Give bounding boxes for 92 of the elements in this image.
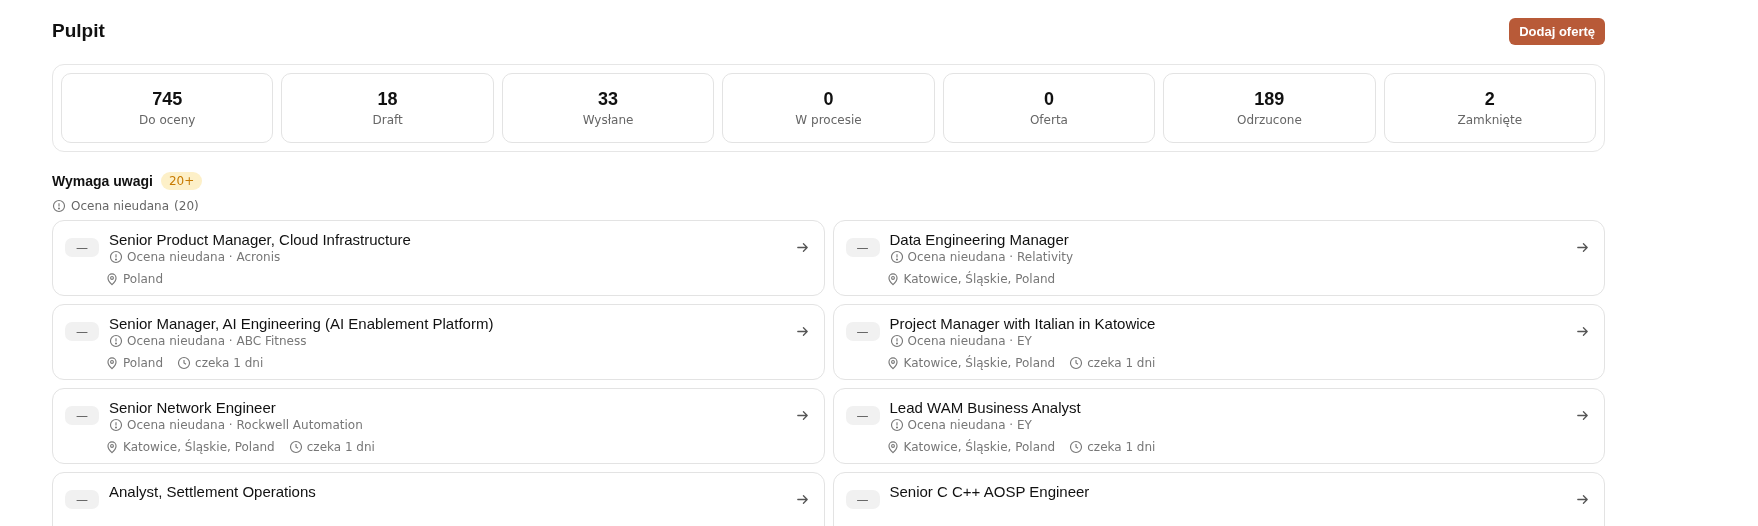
score-pill: — [845, 238, 880, 257]
clock-icon [1069, 440, 1084, 454]
job-status: Ocena nieudana · Rockwell Automation [127, 418, 363, 432]
arrow-right-icon[interactable] [1575, 408, 1590, 423]
waiting-time: czeka 1 dni [1087, 356, 1156, 370]
score-pill: — [65, 490, 99, 509]
stat-label: Oferta [1029, 113, 1068, 127]
job-status: Ocena nieudana · EY [907, 418, 1032, 432]
location-pin-icon [885, 272, 900, 286]
stat-value: 33 [598, 89, 619, 110]
stat-card[interactable]: 33 Wysłane [501, 73, 715, 143]
page-title: Pulpit [52, 20, 105, 42]
job-location: Katowice, Śląskie, Poland [123, 440, 275, 454]
arrow-right-icon[interactable] [1575, 240, 1590, 255]
job-title: Project Manager with Italian in Katowice [889, 315, 1157, 332]
arrow-right-icon[interactable] [794, 240, 810, 255]
alert-icon [109, 418, 123, 432]
score-pill: — [65, 238, 99, 257]
job-status: Ocena nieudana · ABC Fitness [127, 334, 307, 348]
section-title: Wymaga uwagi [52, 173, 153, 189]
job-title: Analyst, Settlement Operations [109, 483, 317, 500]
alert-icon [889, 334, 904, 348]
stat-card[interactable]: 189 Odrzucone [1163, 73, 1376, 143]
location-pin-icon [105, 440, 119, 454]
arrow-right-icon[interactable] [794, 408, 810, 423]
location-pin-icon [885, 440, 900, 454]
stat-label: Draft [372, 113, 403, 127]
stat-value: 745 [152, 89, 183, 110]
arrow-right-icon[interactable] [794, 324, 810, 339]
job-title: Data Engineering Manager [889, 231, 1070, 248]
clock-icon [177, 356, 192, 370]
stat-label: Odrzucone [1236, 113, 1302, 127]
score-pill: — [845, 490, 880, 509]
job-title: Lead WAM Business Analyst [889, 399, 1082, 416]
job-title: Senior Manager, AI Engineering (AI Enablement Platform) [109, 315, 495, 332]
location-pin-icon [885, 356, 900, 370]
job-title: Senior Network Engineer [109, 399, 277, 416]
job-card[interactable]: — Analyst, Settlement Operations [52, 472, 825, 526]
score-pill: — [845, 406, 880, 425]
stat-value: 2 [1484, 89, 1495, 110]
job-status: Ocena nieudana · EY [907, 334, 1032, 348]
stat-value: 0 [823, 89, 834, 110]
job-card[interactable]: — Senior C C++ AOSP Engineer [832, 472, 1605, 526]
clock-icon [1069, 356, 1084, 370]
stat-value: 0 [1043, 89, 1054, 110]
stat-value: 18 [377, 89, 398, 110]
job-title: Senior C C++ AOSP Engineer [889, 483, 1091, 500]
stat-label: Zamknięte [1457, 113, 1523, 127]
stat-card[interactable]: 2 Zamknięte [1383, 73, 1596, 143]
count-badge: 20+ [160, 172, 203, 190]
group-label: Ocena nieudana [71, 199, 170, 213]
stat-card[interactable]: 0 W procesie [722, 73, 935, 143]
waiting-time: czeka 1 dni [195, 356, 264, 370]
job-title: Senior Product Manager, Cloud Infrastructure [109, 231, 412, 248]
score-pill: — [845, 322, 880, 341]
job-location: Poland [123, 356, 164, 370]
stat-label: Wysłane [582, 113, 634, 127]
arrow-right-icon[interactable] [1575, 324, 1590, 339]
stat-label: W procesie [795, 113, 862, 127]
stat-card[interactable]: 745 Do oceny [61, 73, 274, 143]
clock-icon [288, 440, 303, 454]
stat-card[interactable]: 18 Draft [281, 73, 494, 143]
job-card[interactable]: — Senior Network Engineer Ocena nieudana · Rockwell Automation Katowice, Śląskie, Poland czeka 1 dni [52, 388, 825, 464]
job-card[interactable]: — Senior Product Manager, Cloud Infrastructure Ocena nieudana · Acronis Poland [52, 220, 825, 296]
job-location: Poland [123, 272, 164, 286]
job-status: Ocena nieudana · Acronis [127, 250, 281, 264]
group-count: (20) [174, 199, 199, 213]
stat-label: Do oceny [139, 113, 196, 127]
job-status: Ocena nieudana · Relativity [907, 250, 1074, 264]
score-pill: — [65, 322, 99, 341]
job-location: Katowice, Śląskie, Poland [903, 440, 1056, 454]
alert-icon [52, 199, 66, 213]
alert-icon [109, 334, 123, 348]
job-location: Katowice, Śląskie, Poland [903, 272, 1056, 286]
alert-icon [889, 250, 904, 264]
alert-icon [889, 418, 904, 432]
job-location: Katowice, Śląskie, Poland [903, 356, 1056, 370]
location-pin-icon [105, 272, 119, 286]
job-card[interactable]: — Project Manager with Italian in Katowice Ocena nieudana · EY Katowice, Śląskie, Poland czeka 1 dni [832, 304, 1605, 380]
stat-value: 189 [1254, 89, 1285, 110]
alert-icon [109, 250, 123, 264]
arrow-right-icon[interactable] [794, 492, 810, 507]
job-card[interactable]: — Lead WAM Business Analyst Ocena nieudana · EY Katowice, Śląskie, Poland czeka 1 dni [832, 388, 1605, 464]
waiting-time: czeka 1 dni [306, 440, 375, 454]
job-card[interactable]: — Data Engineering Manager Ocena nieudana · Relativity Katowice, Śląskie, Poland [832, 220, 1605, 296]
arrow-right-icon[interactable] [1575, 492, 1590, 507]
location-pin-icon [105, 356, 119, 370]
waiting-time: czeka 1 dni [1087, 440, 1156, 454]
score-pill: — [65, 406, 99, 425]
job-card[interactable]: — Senior Manager, AI Engineering (AI Enablement Platform) Ocena nieudana · ABC Fitness Poland czeka 1 dni [52, 304, 825, 380]
stat-card[interactable]: 0 Oferta [942, 73, 1156, 143]
add-offer-button[interactable]: Dodaj ofertę [1509, 17, 1605, 45]
